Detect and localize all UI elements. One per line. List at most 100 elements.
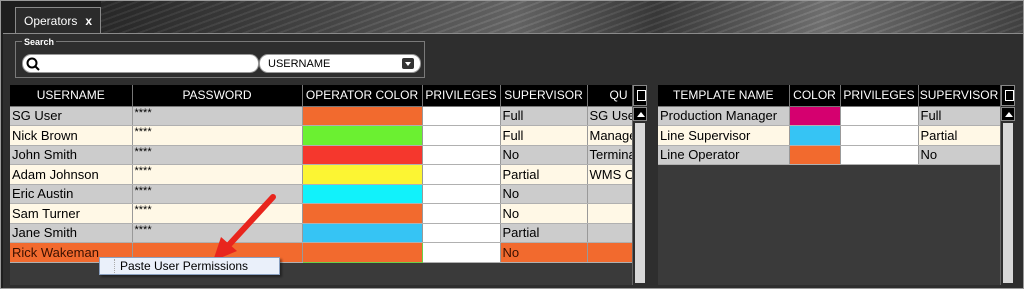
- privileges-cell[interactable]: [422, 242, 501, 263]
- username-cell[interactable]: Adam Johnson: [10, 164, 133, 185]
- table-row[interactable]: Line Operator No: [658, 145, 1000, 165]
- operator-color-cell[interactable]: [302, 203, 423, 224]
- operators-window: Operators x Search USERNAME USERNAME PASS…: [0, 0, 1024, 289]
- table-row[interactable]: Eric Austin **** No: [10, 184, 632, 204]
- username-cell[interactable]: John Smith: [10, 145, 133, 165]
- qu-cell[interactable]: [587, 242, 632, 263]
- operators-scrollbar[interactable]: [632, 85, 647, 285]
- privileges-cell[interactable]: [422, 184, 501, 204]
- tab-operators[interactable]: Operators x: [15, 7, 101, 33]
- qu-cell[interactable]: [587, 223, 632, 243]
- scrollbar-thumb[interactable]: [635, 123, 645, 283]
- column-header[interactable]: SUPERVISOR: [500, 85, 588, 107]
- column-header[interactable]: SUPERVISOR: [918, 85, 1000, 107]
- supervisor-cell[interactable]: No: [500, 203, 588, 224]
- column-chooser-icon[interactable]: [633, 85, 647, 106]
- qu-cell[interactable]: Manager: [587, 125, 632, 146]
- table-row[interactable]: SG User****FullSG User: [10, 106, 632, 126]
- scrollbar-thumb[interactable]: [1003, 123, 1013, 283]
- supervisor-cell[interactable]: Partial: [500, 223, 588, 243]
- supervisor-cell[interactable]: No: [500, 145, 588, 165]
- context-menu: Paste User Permissions: [99, 257, 280, 275]
- qu-cell[interactable]: SG User: [587, 106, 632, 126]
- supervisor-cell[interactable]: Partial: [500, 164, 588, 185]
- supervisor-cell[interactable]: No: [918, 145, 1000, 165]
- operator-color-cell[interactable]: [302, 164, 423, 185]
- qu-cell[interactable]: WMS Op: [587, 164, 632, 185]
- column-header[interactable]: PRIVILEGES: [422, 85, 501, 107]
- operators-grid: USERNAME PASSWORD OPERATOR COLOR PRIVILE…: [10, 85, 632, 285]
- column-header[interactable]: COLOR: [789, 85, 841, 107]
- supervisor-cell[interactable]: Full: [918, 106, 1000, 126]
- supervisor-cell[interactable]: Full: [500, 125, 588, 146]
- column-header[interactable]: PASSWORD: [132, 85, 303, 107]
- supervisor-cell[interactable]: No: [500, 242, 588, 263]
- column-chooser-icon[interactable]: [1001, 85, 1015, 106]
- tab-label: Operators: [24, 14, 78, 28]
- search-field-select[interactable]: USERNAME: [259, 54, 421, 73]
- context-menu-item-paste-user-permissions[interactable]: Paste User Permissions: [120, 259, 248, 273]
- table-row[interactable]: Production Manager Full: [658, 106, 1000, 126]
- privileges-cell[interactable]: [840, 106, 919, 126]
- template-name-cell[interactable]: Production Manager: [658, 106, 790, 126]
- templates-header-row: TEMPLATE NAME COLOR PRIVILEGES SUPERVISO…: [658, 85, 1000, 107]
- supervisor-cell[interactable]: No: [500, 184, 588, 204]
- template-color-cell[interactable]: [789, 125, 841, 146]
- column-header[interactable]: QU: [587, 85, 632, 107]
- table-row[interactable]: Line Supervisor Partial: [658, 125, 1000, 146]
- column-header[interactable]: OPERATOR COLOR: [302, 85, 423, 107]
- password-cell[interactable]: ****: [132, 106, 303, 126]
- privileges-cell[interactable]: [840, 145, 919, 165]
- table-row[interactable]: Nick Brown**** FullManager: [10, 125, 632, 146]
- password-cell[interactable]: ****: [132, 145, 303, 165]
- table-row[interactable]: Sam Turner **** No: [10, 203, 632, 224]
- privileges-cell[interactable]: [422, 106, 501, 126]
- templates-scrollbar[interactable]: [1000, 85, 1015, 285]
- table-row[interactable]: Adam Johnson**** PartialWMS Op: [10, 164, 632, 185]
- privileges-cell[interactable]: [422, 145, 501, 165]
- column-header[interactable]: USERNAME: [10, 85, 133, 107]
- background-texture: [101, 1, 1023, 33]
- operator-color-cell[interactable]: [302, 145, 423, 165]
- username-cell[interactable]: SG User: [10, 106, 133, 126]
- scroll-up-icon[interactable]: [633, 107, 647, 121]
- search-field-value: USERNAME: [268, 58, 331, 70]
- search-input[interactable]: [22, 54, 259, 73]
- qu-cell[interactable]: [587, 203, 632, 224]
- close-icon[interactable]: x: [85, 14, 92, 28]
- template-name-cell[interactable]: Line Operator: [658, 145, 790, 165]
- privileges-cell[interactable]: [422, 223, 501, 243]
- chevron-down-icon[interactable]: [402, 58, 414, 69]
- operator-color-cell[interactable]: [301, 242, 423, 263]
- operator-color-cell[interactable]: [302, 184, 423, 204]
- username-cell[interactable]: Nick Brown: [10, 125, 133, 146]
- operators-header-row: USERNAME PASSWORD OPERATOR COLOR PRIVILE…: [10, 85, 632, 107]
- search-icon: [26, 57, 40, 71]
- privileges-cell[interactable]: [840, 125, 919, 146]
- template-name-cell[interactable]: Line Supervisor: [658, 125, 790, 146]
- operator-color-cell[interactable]: [302, 223, 423, 243]
- column-header[interactable]: PRIVILEGES: [840, 85, 919, 107]
- template-color-cell[interactable]: [789, 145, 841, 165]
- scroll-up-icon[interactable]: [1001, 107, 1015, 121]
- username-cell[interactable]: Sam Turner: [10, 203, 133, 224]
- password-cell[interactable]: ****: [132, 164, 303, 185]
- username-cell[interactable]: Jane Smith: [10, 223, 133, 243]
- templates-grid: TEMPLATE NAME COLOR PRIVILEGES SUPERVISO…: [658, 85, 1000, 285]
- privileges-cell[interactable]: [422, 164, 501, 185]
- privileges-cell[interactable]: [422, 125, 501, 146]
- supervisor-cell[interactable]: Partial: [918, 125, 1000, 146]
- template-color-cell[interactable]: [789, 106, 841, 126]
- qu-cell[interactable]: Terminal: [587, 145, 632, 165]
- search-label: Search: [22, 37, 57, 47]
- table-row[interactable]: John Smith**** NoTerminal: [10, 145, 632, 165]
- table-row[interactable]: Jane Smith **** Partial: [10, 223, 632, 243]
- privileges-cell[interactable]: [422, 203, 501, 224]
- operator-color-cell[interactable]: [302, 106, 423, 126]
- column-header[interactable]: TEMPLATE NAME: [658, 85, 790, 107]
- password-cell[interactable]: ****: [132, 125, 303, 146]
- username-cell[interactable]: Eric Austin: [10, 184, 133, 204]
- qu-cell[interactable]: [587, 184, 632, 204]
- operator-color-cell[interactable]: [302, 125, 423, 146]
- supervisor-cell[interactable]: Full: [500, 106, 588, 126]
